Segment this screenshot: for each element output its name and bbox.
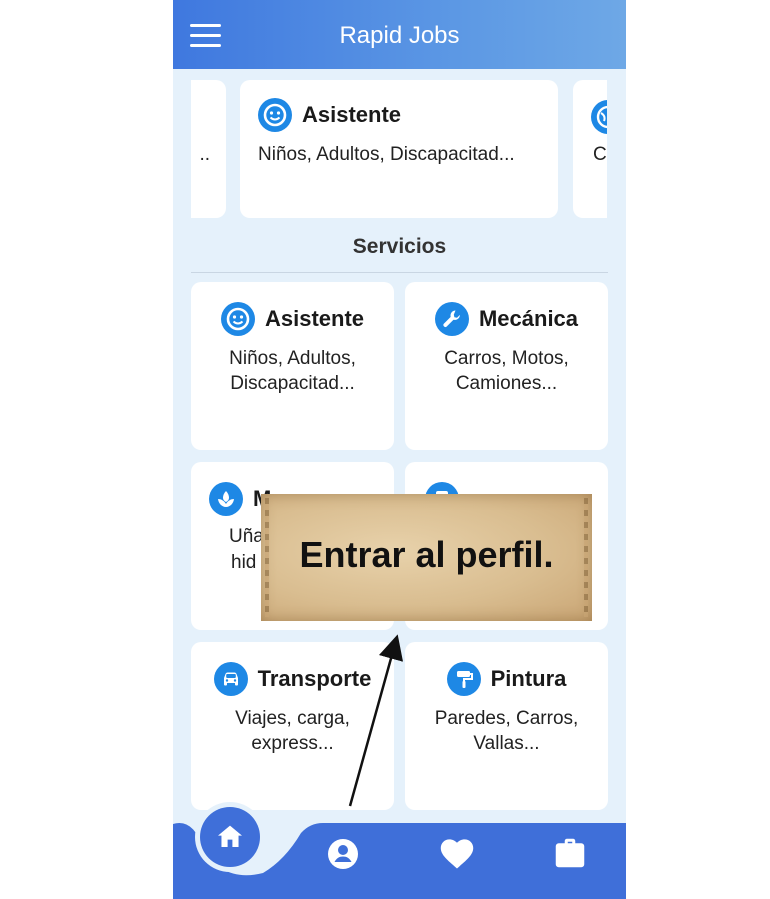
card-header: Transporte — [191, 662, 394, 696]
card-header: Asistente — [191, 302, 394, 336]
carousel-card-asistente[interactable]: Asistente Niños, Adultos, Discapacitad..… — [240, 80, 558, 218]
card-desc: Niños, Adultos, Discapacitad... — [229, 348, 356, 394]
annotation-banner: Entrar al perfil. — [261, 494, 592, 621]
card-desc: Viajes, carga, express... — [235, 708, 350, 754]
carousel-card-desc: .. — [199, 144, 210, 165]
card-title: Transporte — [257, 666, 372, 691]
card-desc-line-2: hid — [231, 552, 257, 573]
card-desc-line-1: Uña — [229, 526, 264, 547]
card-header: Pintura — [405, 662, 608, 696]
face-icon — [220, 302, 255, 336]
card-desc: Niños, Adultos, Discapacitad... — [258, 144, 515, 165]
service-card-transporte[interactable]: Transporte Viajes, carga, express... — [191, 642, 394, 810]
card-desc: Carros, Motos, Camiones... — [444, 348, 569, 394]
service-card-mecanica[interactable]: Mecánica Carros, Motos, Camiones... — [405, 282, 608, 450]
carousel-card-next[interactable]: Ca — [573, 80, 607, 218]
divider — [191, 272, 608, 273]
card-header: Asistente — [258, 98, 401, 132]
section-title: Servicios — [352, 235, 447, 258]
card-header: Mecánica — [405, 302, 608, 336]
car-icon — [213, 662, 248, 696]
card-desc: Ca — [593, 144, 607, 165]
card-title: Asistente — [264, 306, 365, 331]
home-icon[interactable] — [200, 807, 260, 867]
featured-carousel[interactable]: .. Asistente Niños, Adultos, Discapacita… — [191, 80, 607, 219]
face-icon — [258, 98, 292, 132]
card-title: Mecánica — [478, 306, 579, 331]
app-title: Rapid Jobs — [339, 22, 460, 49]
spa-icon — [209, 482, 243, 516]
card-title: Asistente — [302, 102, 402, 127]
annotation-text: Entrar al perfil. — [299, 534, 554, 575]
service-card-pintura[interactable]: Pintura Paredes, Carros, Vallas... — [405, 642, 608, 810]
app-bar: Rapid Jobs — [173, 0, 626, 69]
profile-icon[interactable] — [325, 836, 361, 872]
carousel-card-previous[interactable]: .. — [191, 80, 226, 218]
wrench-icon — [434, 302, 469, 336]
heart-icon[interactable] — [438, 836, 476, 872]
briefcase-icon[interactable] — [552, 836, 588, 872]
globe-icon — [591, 100, 607, 134]
service-card-asistente[interactable]: Asistente Niños, Adultos, Discapacitad..… — [191, 282, 394, 450]
phone-screen: Rapid Jobs .. Asistente Niños, Adultos, … — [173, 0, 626, 899]
bottom-nav — [173, 807, 626, 899]
paint-roller-icon — [446, 662, 481, 696]
card-title: Pintura — [490, 666, 567, 691]
card-desc: Paredes, Carros, Vallas... — [434, 708, 579, 754]
